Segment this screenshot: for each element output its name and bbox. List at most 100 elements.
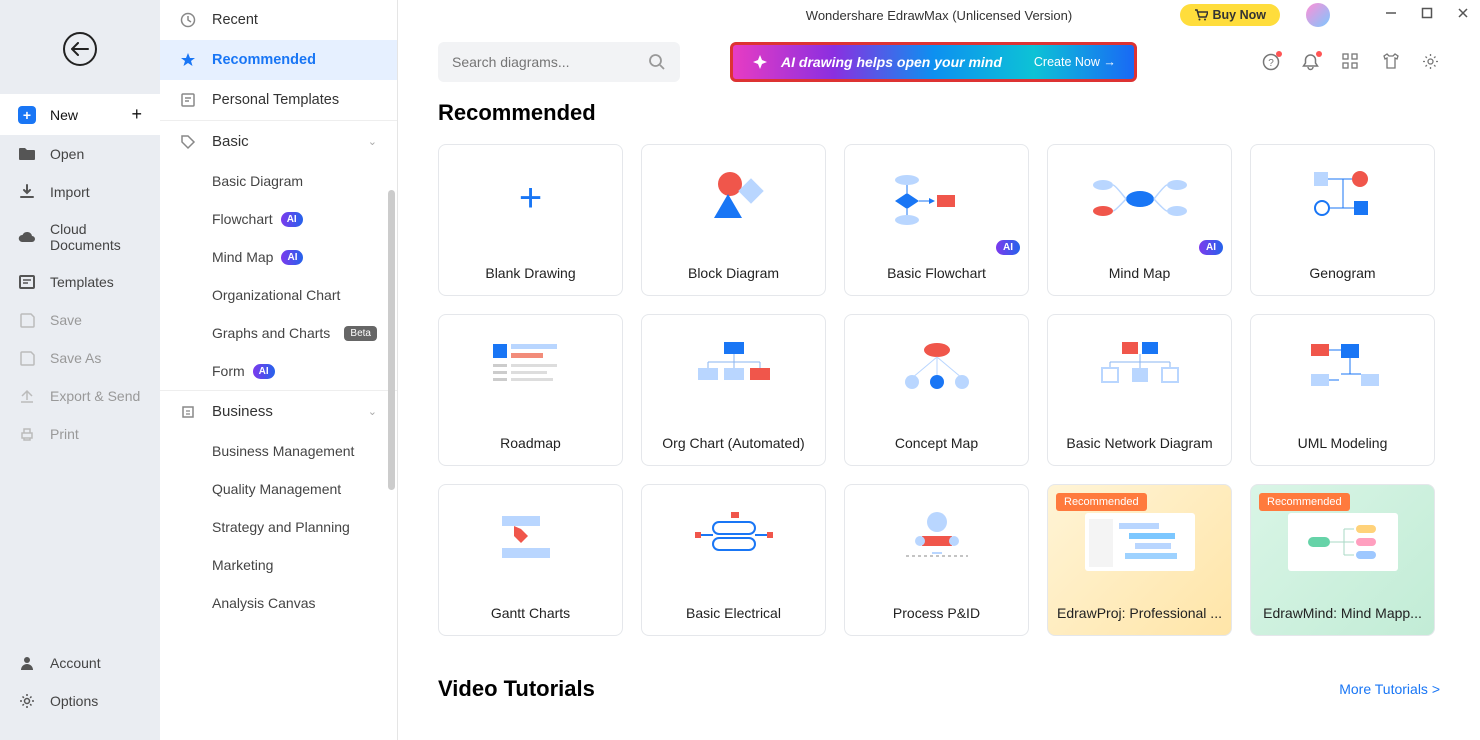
close-button[interactable]: [1456, 6, 1470, 20]
ai-banner-text: AI drawing helps open your mind: [781, 54, 1002, 70]
bell-icon[interactable]: [1302, 53, 1320, 71]
clock-icon: [180, 12, 198, 28]
gear-icon: [18, 692, 36, 710]
ai-badge: AI: [253, 364, 275, 379]
sub-basic-diagram[interactable]: Basic Diagram: [160, 162, 397, 200]
uml-preview-icon: [1251, 315, 1434, 421]
chevron-down-icon: ⌄: [368, 135, 377, 148]
account-icon: [18, 654, 36, 672]
print-icon: [18, 425, 36, 443]
sub-mindmap[interactable]: Mind MapAI: [160, 238, 397, 276]
section-recommended-title: Recommended: [438, 100, 1440, 126]
cat-business-group[interactable]: Business ⌄: [160, 390, 397, 432]
templates-icon: [18, 273, 36, 291]
nav-open[interactable]: Open: [0, 135, 160, 173]
cart-icon: [1194, 9, 1208, 21]
card-roadmap[interactable]: Roadmap: [438, 314, 623, 466]
card-concept[interactable]: Concept Map: [844, 314, 1029, 466]
cat-recommended-label: Recommended: [212, 52, 316, 68]
nav-new-label: New: [50, 107, 78, 123]
apps-icon[interactable]: [1342, 53, 1360, 71]
minimize-button[interactable]: [1384, 6, 1398, 20]
recommended-badge: Recommended: [1056, 493, 1147, 511]
nav-saveas: Save As: [0, 339, 160, 377]
settings-icon[interactable]: [1422, 53, 1440, 71]
card-network[interactable]: Basic Network Diagram: [1047, 314, 1232, 466]
add-icon[interactable]: +: [131, 104, 142, 125]
cat-personal[interactable]: Personal Templates: [160, 80, 397, 120]
nav-options[interactable]: Options: [0, 682, 160, 720]
sub-orgchart[interactable]: Organizational Chart: [160, 276, 397, 314]
far-left-sidebar: + New + Open Import Cloud Documents Temp…: [0, 0, 160, 740]
search-input[interactable]: [452, 54, 648, 70]
concept-preview-icon: [845, 315, 1028, 421]
card-genogram[interactable]: Genogram: [1250, 144, 1435, 296]
cat-basic-group[interactable]: Basic ⌄: [160, 120, 397, 162]
card-blank-drawing[interactable]: +Blank Drawing: [438, 144, 623, 296]
sub-flowchart[interactable]: FlowchartAI: [160, 200, 397, 238]
ai-banner-action: Create Now →: [1034, 55, 1116, 69]
import-icon: [18, 183, 36, 201]
sub-form[interactable]: FormAI: [160, 352, 397, 390]
ai-sparkle-icon: [751, 53, 769, 71]
sub-quality[interactable]: Quality Management: [160, 470, 397, 508]
ai-corner-badge: AI: [1199, 240, 1223, 255]
nav-cloud-label: Cloud Documents: [50, 221, 142, 253]
sidebar-scrollbar[interactable]: [388, 190, 395, 490]
sub-strategy[interactable]: Strategy and Planning: [160, 508, 397, 546]
card-block-diagram[interactable]: Block Diagram: [641, 144, 826, 296]
nav-print-label: Print: [50, 426, 79, 442]
card-electrical[interactable]: Basic Electrical: [641, 484, 826, 636]
nav-open-label: Open: [50, 146, 84, 162]
card-edrawmind[interactable]: RecommendedEdrawMind: Mind Mapp...: [1250, 484, 1435, 636]
flowchart-preview-icon: [845, 145, 1028, 251]
nav-cloud[interactable]: Cloud Documents: [0, 211, 160, 263]
sub-marketing[interactable]: Marketing: [160, 546, 397, 584]
sub-busmgmt[interactable]: Business Management: [160, 432, 397, 470]
card-pid[interactable]: Process P&ID: [844, 484, 1029, 636]
nav-templates[interactable]: Templates: [0, 263, 160, 301]
more-tutorials-link[interactable]: More Tutorials >: [1339, 681, 1440, 697]
cat-recommended[interactable]: Recommended: [160, 40, 397, 80]
folder-icon: [18, 145, 36, 163]
nav-import[interactable]: Import: [0, 173, 160, 211]
recommended-grid: +Blank Drawing Block Diagram AIBasic Flo…: [438, 144, 1440, 636]
chevron-down-icon: ⌄: [368, 405, 377, 418]
nav-new[interactable]: + New +: [0, 94, 160, 135]
card-edrawproj[interactable]: RecommendedEdrawProj: Professional ...: [1047, 484, 1232, 636]
buy-now-button[interactable]: Buy Now: [1180, 4, 1280, 26]
card-gantt[interactable]: Gantt Charts: [438, 484, 623, 636]
export-icon: [18, 387, 36, 405]
sub-analysis[interactable]: Analysis Canvas: [160, 584, 397, 622]
orgchart-preview-icon: [642, 315, 825, 421]
cat-business-label: Business: [212, 403, 273, 420]
search-box[interactable]: [438, 42, 680, 82]
cat-recent[interactable]: Recent: [160, 0, 397, 40]
sub-graphs[interactable]: Graphs and ChartsBeta: [160, 314, 397, 352]
plus-icon: +: [18, 106, 36, 124]
ai-corner-badge: AI: [996, 240, 1020, 255]
nav-templates-label: Templates: [50, 274, 114, 290]
pid-preview-icon: [845, 485, 1028, 591]
nav-account[interactable]: Account: [0, 644, 160, 682]
search-icon: [648, 53, 666, 71]
ai-banner[interactable]: AI drawing helps open your mind Create N…: [730, 42, 1137, 82]
nav-saveas-label: Save As: [50, 350, 101, 366]
nav-account-label: Account: [50, 655, 101, 671]
ai-badge: AI: [281, 212, 303, 227]
maximize-button[interactable]: [1420, 6, 1434, 20]
help-icon[interactable]: ?: [1262, 53, 1280, 71]
card-uml[interactable]: UML Modeling: [1250, 314, 1435, 466]
card-orgauto[interactable]: Org Chart (Automated): [641, 314, 826, 466]
business-icon: [180, 404, 198, 420]
user-avatar[interactable]: [1306, 3, 1330, 27]
card-mindmap[interactable]: AIMind Map: [1047, 144, 1232, 296]
template-icon: [180, 92, 198, 108]
electrical-preview-icon: [642, 485, 825, 591]
card-flowchart[interactable]: AIBasic Flowchart: [844, 144, 1029, 296]
shirt-icon[interactable]: [1382, 53, 1400, 71]
back-button[interactable]: [63, 32, 97, 66]
cat-basic-label: Basic: [212, 133, 249, 150]
app-title: Wondershare EdrawMax (Unlicensed Version…: [806, 8, 1072, 23]
saveas-icon: [18, 349, 36, 367]
